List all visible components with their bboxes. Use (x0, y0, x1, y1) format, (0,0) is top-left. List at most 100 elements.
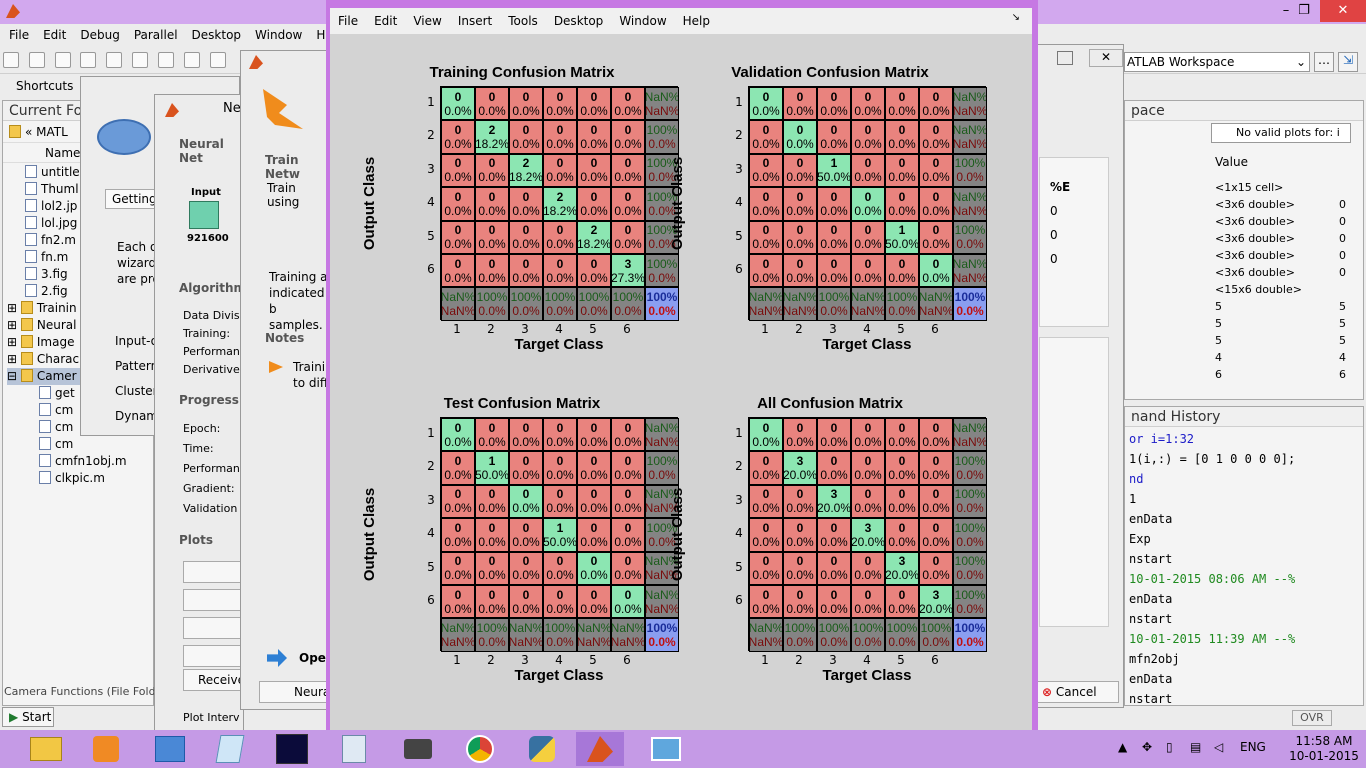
dropbox-icon[interactable]: ✥ (1142, 740, 1152, 754)
matlab-icon[interactable] (576, 732, 624, 766)
menu-parallel[interactable]: Parallel (127, 26, 185, 44)
cancel-button[interactable]: ⊗ Cancel (1037, 681, 1119, 703)
go-button[interactable]: ⇲ (1338, 52, 1358, 72)
dynamic-item[interactable]: Dynam (115, 404, 158, 429)
battery-icon[interactable]: ▯ (1166, 740, 1173, 754)
menu-desktop[interactable]: Desktop (185, 26, 249, 44)
simulink-icon[interactable] (183, 52, 200, 68)
history-line[interactable]: nd (1129, 469, 1363, 489)
matrix-cell: 0 0.0% (577, 120, 611, 154)
shortcuts-label[interactable]: Shortcuts (16, 79, 73, 93)
history-line[interactable]: nstart (1129, 689, 1363, 709)
volume-muted-icon[interactable]: ◁ (1214, 740, 1223, 754)
figure-menu-insert[interactable]: Insert (450, 14, 500, 28)
undock-icon[interactable]: ↘ (1004, 12, 1028, 23)
matrix-cell: 0 0.0% (509, 253, 543, 288)
input-output-item[interactable]: Input-o (115, 329, 158, 354)
media-player-icon[interactable] (82, 732, 130, 766)
cut-icon[interactable] (54, 52, 71, 68)
history-line[interactable]: enData (1129, 589, 1363, 609)
history-line[interactable]: nstart (1129, 549, 1363, 569)
figure-menu-view[interactable]: View (405, 14, 449, 28)
value-column-header[interactable]: Value (1215, 155, 1248, 169)
matrix-cell: 3 20.0% (919, 584, 953, 619)
row-tick-label: 3 (735, 492, 743, 507)
receive-button[interactable]: Receive (183, 669, 245, 691)
history-line[interactable]: or i=1:32 (1129, 429, 1363, 449)
sound-icon[interactable] (394, 732, 442, 766)
figure-menu-desktop[interactable]: Desktop (546, 14, 612, 28)
plot-selector[interactable]: No valid plots for: i (1211, 123, 1351, 143)
history-line[interactable]: 10-01-2015 11:39 AM --% (1129, 629, 1363, 649)
figure-menu-file[interactable]: File (330, 14, 366, 28)
brain-icon (97, 119, 151, 155)
matrix-summary-cell: NaN% NaN% (441, 287, 475, 321)
chrome-icon[interactable] (456, 732, 504, 766)
guide-icon[interactable] (209, 52, 226, 68)
browse-button[interactable]: … (1314, 52, 1334, 72)
network-icon[interactable]: ▤ (1190, 740, 1201, 754)
menu-debug[interactable]: Debug (73, 26, 126, 44)
close-icon[interactable]: ✕ (1089, 49, 1123, 67)
history-line[interactable]: mfn2obj (1129, 649, 1363, 669)
copy-icon[interactable] (80, 52, 97, 68)
paint-icon[interactable] (268, 732, 316, 766)
plot-button[interactable] (183, 589, 243, 611)
restore-button[interactable]: ❐ (1284, 0, 1324, 22)
matrix-cell: 0 0.0% (475, 253, 509, 288)
start-button[interactable]: ▶ Start (2, 707, 54, 727)
workspace-dropdown[interactable]: ATLAB Workspace ⌄ (1124, 52, 1310, 72)
x-axis-label: Target Class (822, 667, 912, 684)
history-line[interactable]: 1 (1129, 489, 1363, 509)
close-button[interactable]: ✕ (1320, 0, 1366, 22)
figure-menu-edit[interactable]: Edit (366, 14, 405, 28)
file-explorer-icon[interactable] (22, 732, 70, 766)
language-indicator[interactable]: ENG (1240, 740, 1266, 754)
plot-button[interactable] (183, 617, 243, 639)
pattern-item[interactable]: Pattern (115, 354, 158, 379)
matrix-cell: 0 0.0% (441, 153, 475, 188)
history-line[interactable]: nstart (1129, 609, 1363, 629)
menu-window[interactable]: Window (248, 26, 309, 44)
matrix-cell: 0 0.0% (817, 518, 851, 552)
calculator-icon[interactable] (330, 732, 378, 766)
matrix-cell: 0 0.0% (577, 87, 611, 121)
matrix-cell: 0 0.0% (817, 120, 851, 154)
menu-file[interactable]: File (2, 26, 36, 44)
undo-icon[interactable] (132, 52, 149, 68)
matrix-cell: 0 0.0% (885, 153, 919, 188)
history-line[interactable]: 10-01-2015 08:06 AM --% (1129, 569, 1363, 589)
open-file-icon[interactable] (28, 52, 45, 68)
history-line[interactable]: 1(i,:) = [0 1 0 0 0 0]; (1129, 449, 1363, 469)
cluster-item[interactable]: Cluster (115, 379, 158, 404)
column-tick-label: 6 (623, 653, 631, 667)
plot-button[interactable] (183, 645, 243, 667)
list-item[interactable]: cm (39, 436, 153, 453)
figure-menu-bar: File Edit View Insert Tools Desktop Wind… (330, 8, 1032, 34)
history-line[interactable]: Exp (1129, 529, 1363, 549)
history-line[interactable]: enData (1129, 509, 1363, 529)
photos-icon[interactable] (642, 732, 690, 766)
new-file-icon[interactable] (3, 52, 19, 68)
control-panel-icon[interactable] (146, 732, 194, 766)
figure-menu-help[interactable]: Help (675, 14, 718, 28)
matrix-cell: 0 0.0% (817, 220, 851, 254)
list-item[interactable]: clkpic.m (39, 470, 153, 487)
paste-icon[interactable] (106, 52, 123, 68)
list-item[interactable]: cmfn1obj.m (39, 453, 153, 470)
matrix-summary-cell: 100% 0.0% (885, 618, 919, 652)
notepad-icon[interactable] (206, 732, 254, 766)
figure-menu-tools[interactable]: Tools (500, 14, 546, 28)
plot-button[interactable] (183, 561, 243, 583)
redo-icon[interactable] (157, 52, 174, 68)
show-hidden-icons-icon[interactable]: ▲ (1118, 740, 1127, 754)
maximize-icon[interactable] (1057, 51, 1073, 65)
python-icon[interactable] (518, 732, 566, 766)
matrix-cell: 0 0.0% (543, 120, 577, 154)
clock[interactable]: 11:58 AM 10-01-2015 (1286, 734, 1362, 764)
clock-date: 10-01-2015 (1289, 749, 1359, 763)
menu-edit[interactable]: Edit (36, 26, 73, 44)
matrix-summary-cell: NaN% NaN% (577, 618, 611, 652)
figure-menu-window[interactable]: Window (611, 14, 674, 28)
history-line[interactable]: enData (1129, 669, 1363, 689)
